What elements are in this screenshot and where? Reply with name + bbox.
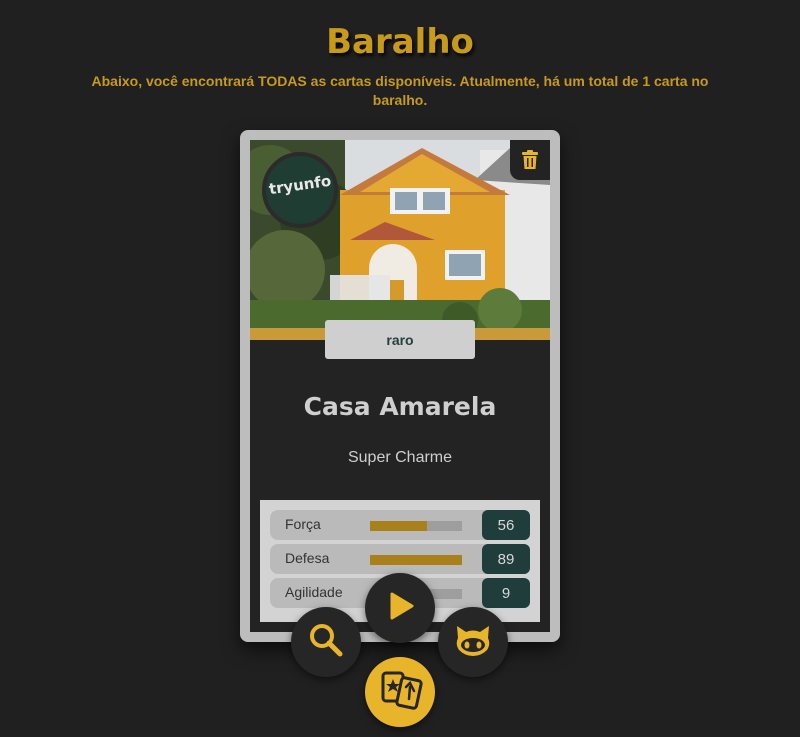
attribute-bar: [370, 555, 462, 565]
attribute-bar-fill: [370, 521, 428, 531]
search-button[interactable]: [291, 607, 361, 677]
play-button[interactable]: [365, 573, 435, 643]
attribute-row: Defesa 89: [270, 544, 530, 574]
page-title: Baralho: [326, 22, 474, 62]
github-icon: [453, 622, 493, 662]
delete-card-button[interactable]: [510, 140, 550, 180]
card-name: Casa Amarela: [303, 392, 497, 421]
card: tryunfo raro Casa Amarela Super Charme F…: [240, 130, 560, 642]
page-subtitle: Abaixo, você encontrará TODAS as cartas …: [91, 73, 709, 108]
github-button[interactable]: [438, 607, 508, 677]
trash-icon: [521, 150, 539, 170]
attribute-value: 89: [482, 544, 530, 574]
card-description: Super Charme: [347, 449, 453, 466]
attribute-value: 9: [482, 578, 530, 608]
attribute-bar: [370, 521, 462, 531]
attribute-value: 56: [482, 510, 530, 540]
attribute-label: Agilidade: [285, 584, 343, 600]
play-icon: [385, 591, 415, 625]
card-image: tryunfo: [250, 140, 550, 340]
cards-icon: [377, 669, 423, 715]
attribute-bar-fill: [370, 555, 462, 565]
attribute-label: Força: [285, 516, 321, 532]
search-icon: [308, 622, 344, 662]
attribute-label: Defesa: [285, 550, 330, 566]
deck-button[interactable]: [365, 657, 435, 727]
card-inner: tryunfo raro Casa Amarela Super Charme F…: [250, 140, 550, 632]
rarity-badge: raro: [325, 320, 475, 359]
attribute-row: Força 56: [270, 510, 530, 540]
